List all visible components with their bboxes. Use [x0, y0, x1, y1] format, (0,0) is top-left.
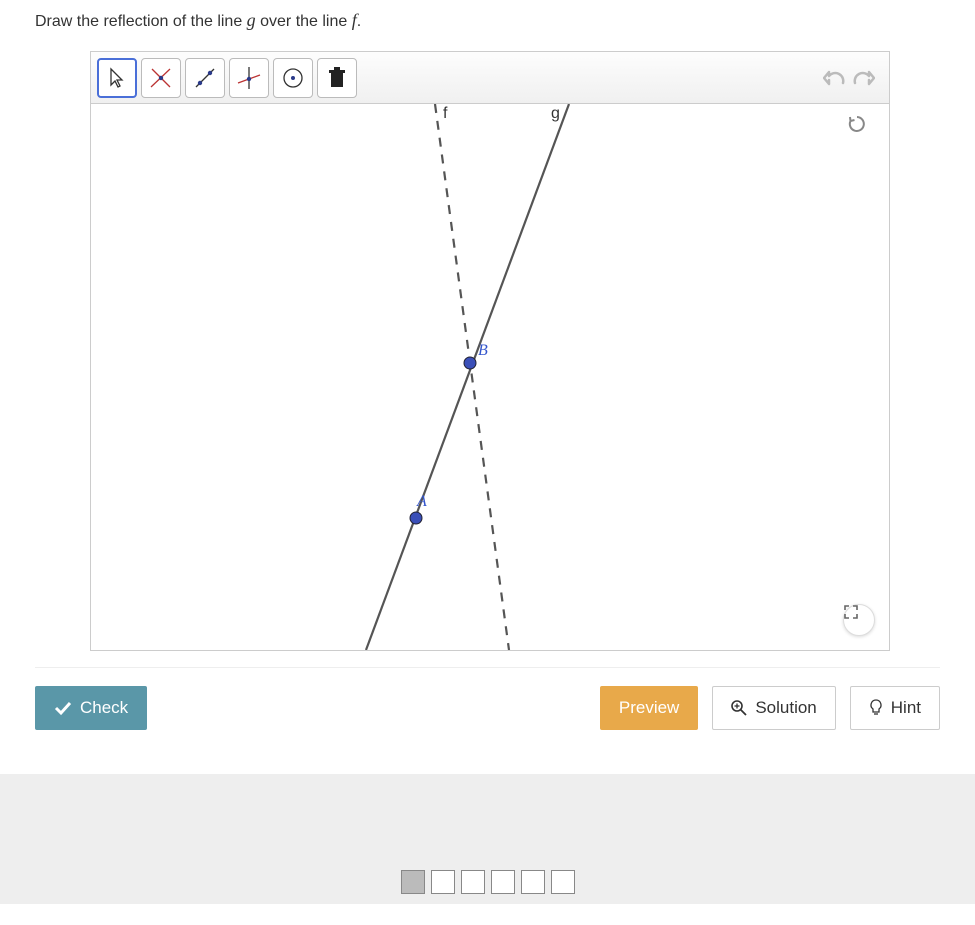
geometry-canvas-frame: A B f g: [90, 51, 890, 651]
redo-button[interactable]: [849, 64, 877, 92]
divider: [35, 667, 940, 668]
redo-icon: [851, 67, 875, 89]
line-g[interactable]: [366, 104, 569, 650]
point-a[interactable]: [410, 512, 422, 524]
cursor-icon: [107, 67, 127, 89]
magnifier-icon: [731, 700, 747, 716]
check-icon: [54, 700, 72, 716]
refresh-icon: [847, 114, 879, 146]
action-bar: Check Preview Solution: [35, 686, 940, 730]
instr-pre: Draw the reflection of the line: [35, 13, 247, 30]
page-dot-1[interactable]: [401, 870, 425, 894]
line-f-label: f: [443, 105, 448, 122]
check-button[interactable]: Check: [35, 686, 147, 730]
fullscreen-button[interactable]: [843, 604, 875, 636]
tool-intersect[interactable]: [141, 58, 181, 98]
solution-label: Solution: [755, 698, 816, 718]
page-dot-2[interactable]: [431, 870, 455, 894]
hint-label: Hint: [891, 698, 921, 718]
instr-post: .: [357, 13, 361, 30]
refresh-button[interactable]: [847, 114, 879, 146]
solution-button[interactable]: Solution: [712, 686, 835, 730]
preview-label: Preview: [619, 698, 679, 718]
undo-button[interactable]: [821, 64, 849, 92]
instruction-text: Draw the reflection of the line g over t…: [35, 0, 940, 51]
intersect-icon: [148, 65, 174, 91]
instr-mid: over the line: [256, 13, 352, 30]
page-navigation: [0, 774, 975, 904]
toolbar: [91, 52, 889, 104]
tool-select[interactable]: [97, 58, 137, 98]
ray-icon: [236, 65, 262, 91]
bulb-icon: [869, 699, 883, 717]
circle-icon: [280, 65, 306, 91]
point-a-label: A: [416, 493, 427, 510]
page-dot-3[interactable]: [461, 870, 485, 894]
point-b-label: B: [478, 342, 488, 359]
tool-ray[interactable]: [229, 58, 269, 98]
check-label: Check: [80, 698, 128, 718]
line-f[interactable]: [435, 104, 509, 650]
trash-icon: [326, 66, 348, 90]
preview-button[interactable]: Preview: [600, 686, 698, 730]
tool-circle[interactable]: [273, 58, 313, 98]
line-g-symbol: g: [247, 10, 256, 30]
segment-icon: [192, 65, 218, 91]
page-dot-5[interactable]: [521, 870, 545, 894]
graph-area[interactable]: A B f g: [91, 104, 889, 650]
undo-icon: [823, 67, 847, 89]
point-b[interactable]: [464, 357, 476, 369]
page-dot-4[interactable]: [491, 870, 515, 894]
line-g-label: g: [551, 105, 560, 122]
fullscreen-icon: [844, 605, 874, 635]
tool-delete[interactable]: [317, 58, 357, 98]
tool-segment[interactable]: [185, 58, 225, 98]
page-dot-6[interactable]: [551, 870, 575, 894]
hint-button[interactable]: Hint: [850, 686, 940, 730]
